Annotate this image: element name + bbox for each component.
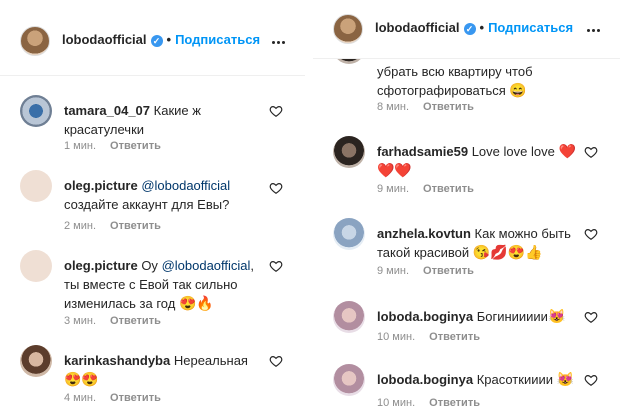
comment-text: Love love love [471, 144, 555, 159]
header-username-row: lobodaofficial ✓ • Подписаться [62, 32, 260, 47]
more-options-icon[interactable] [586, 19, 606, 32]
commenter-avatar[interactable] [333, 301, 365, 333]
verified-badge-icon: ✓ [463, 22, 476, 35]
more-options-icon[interactable] [271, 31, 291, 44]
comment-body: oleg.picture @lobodaofficial создайте ак… [64, 176, 261, 214]
comment-author[interactable]: oleg.picture [64, 258, 138, 273]
comment-text: Нереальная [173, 353, 248, 368]
heart-outline-icon[interactable] [269, 181, 283, 195]
comment-text-pre: Оу [141, 258, 158, 273]
comment-text: Богиниииии [476, 309, 548, 324]
comment-body: oleg.picture Оу @lobodaofficial, ты вмес… [64, 256, 261, 313]
comment-time: 1 мин. [64, 140, 97, 152]
comment-author[interactable]: karinkashandyba [64, 353, 170, 368]
comment-time: 2 мин. [64, 220, 97, 232]
comment-emoji: 😘💋😍👍 [472, 244, 543, 260]
reply-button[interactable]: Ответить [423, 183, 474, 195]
post-header: lobodaofficial ✓ • Подписаться [0, 0, 305, 76]
header-username[interactable]: lobodaofficial [62, 32, 147, 47]
heart-outline-icon[interactable] [269, 354, 283, 368]
header-username-row: lobodaofficial ✓ • Подписаться [375, 20, 573, 35]
comment-emoji: 😻 [547, 308, 566, 324]
comment-mention[interactable]: @lobodaofficial [162, 258, 251, 273]
commenter-avatar[interactable] [20, 95, 52, 127]
comment-emoji: 😍😍 [64, 371, 99, 387]
profile-avatar[interactable] [20, 26, 50, 56]
comment-author[interactable]: loboda.boginya [377, 372, 473, 387]
commenter-avatar[interactable] [333, 364, 365, 396]
comment-emoji: 😄 [509, 82, 527, 98]
comment-body: loboda.boginya Красоткииии 😻 [377, 370, 576, 389]
comment-time: 9 мин. [377, 183, 410, 195]
separator-dot: • [479, 20, 485, 35]
comment-emoji: 😻 [556, 371, 575, 387]
commenter-avatar[interactable] [20, 250, 52, 282]
reply-button[interactable]: Ответить [110, 315, 161, 327]
reply-button[interactable]: Ответить [429, 397, 480, 409]
separator-dot: • [166, 32, 172, 47]
comment-meta: 10 мин. Ответить [377, 331, 480, 343]
reply-button[interactable]: Ответить [423, 265, 474, 277]
comment-body: убрать всю квартиру чтоб сфотографироват… [377, 62, 576, 100]
comment-mention[interactable]: @lobodaofficial [141, 178, 230, 193]
comment-author[interactable]: oleg.picture [64, 178, 138, 193]
comment-text: создайте аккаунт для Евы? [64, 197, 230, 212]
commenter-avatar[interactable] [20, 345, 52, 377]
header-username[interactable]: lobodaofficial [375, 20, 460, 35]
heart-outline-icon[interactable] [584, 227, 598, 241]
reply-button[interactable]: Ответить [110, 220, 161, 232]
follow-button[interactable]: Подписаться [488, 20, 573, 35]
comment-body: loboda.boginya Богиниииии😻 [377, 307, 576, 326]
comment-meta: 4 мин. Ответить [64, 392, 161, 404]
comment-body: karinkashandyba Нереальная 😍😍 [64, 351, 261, 389]
comment-emoji: 😍🔥 [178, 295, 214, 311]
comment-author[interactable]: loboda.boginya [377, 309, 473, 324]
comment-time: 10 мин. [377, 397, 416, 409]
comment-time: 10 мин. [377, 331, 416, 343]
comment-meta: 1 мин. Ответить [64, 140, 161, 152]
post-header: lobodaofficial ✓ • Подписаться [313, 0, 620, 59]
comment-meta: 10 мин. Ответить [377, 397, 480, 409]
comment-text: Красоткииии [476, 372, 553, 387]
left-screenshot-panel: lobodaofficial ✓ • Подписаться tamara_04_07… [0, 0, 305, 413]
commenter-avatar[interactable] [20, 170, 52, 202]
profile-avatar[interactable] [333, 14, 363, 44]
comment-body: anzhela.kovtun Как можно быть такой крас… [377, 224, 576, 262]
comment-time: 8 мин. [377, 101, 410, 113]
comment-meta: 8 мин. Ответить [377, 101, 474, 113]
heart-outline-icon[interactable] [269, 104, 283, 118]
comment-time: 9 мин. [377, 265, 410, 277]
comment-author[interactable]: tamara_04_07 [64, 103, 150, 118]
comment-meta: 9 мин. Ответить [377, 265, 474, 277]
reply-button[interactable]: Ответить [423, 101, 474, 113]
comment-meta: 9 мин. Ответить [377, 183, 474, 195]
heart-outline-icon[interactable] [584, 373, 598, 387]
comment-meta: 3 мин. Ответить [64, 315, 161, 327]
comment-body: farhadsamie59 Love love love ❤️❤️❤️ [377, 142, 576, 180]
verified-badge-icon: ✓ [150, 34, 163, 47]
commenter-avatar[interactable] [333, 136, 365, 168]
comment-time: 3 мин. [64, 315, 97, 327]
reply-button[interactable]: Ответить [110, 140, 161, 152]
comment-meta: 2 мин. Ответить [64, 220, 161, 232]
comment-author[interactable]: farhadsamie59 [377, 144, 468, 159]
comment-time: 4 мин. [64, 392, 97, 404]
commenter-avatar[interactable] [333, 218, 365, 250]
heart-outline-icon[interactable] [584, 310, 598, 324]
reply-button[interactable]: Ответить [110, 392, 161, 404]
reply-button[interactable]: Ответить [429, 331, 480, 343]
comment-body: tamara_04_07 Какие ж красатулечки [64, 101, 261, 139]
heart-outline-icon[interactable] [269, 259, 283, 273]
right-screenshot-panel: убрать всю квартиру чтоб сфотографироват… [313, 0, 620, 413]
comment-author[interactable]: anzhela.kovtun [377, 226, 471, 241]
heart-outline-icon[interactable] [584, 145, 598, 159]
follow-button[interactable]: Подписаться [175, 32, 260, 47]
